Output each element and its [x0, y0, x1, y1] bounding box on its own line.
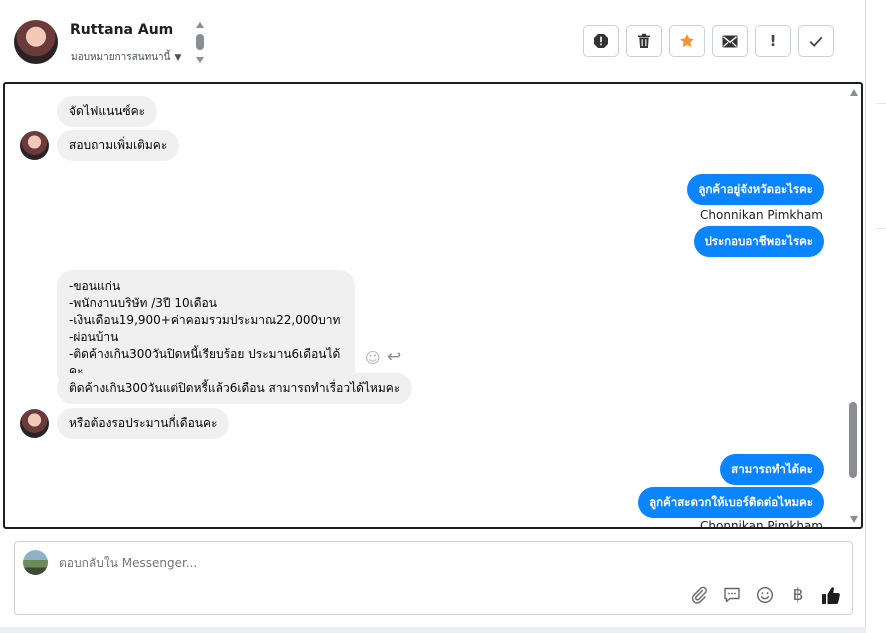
like-button[interactable]: [820, 584, 842, 606]
reply-input[interactable]: [59, 556, 659, 570]
mark-unread-button[interactable]: [712, 25, 748, 57]
message-outgoing: สามารถทำได้คะ: [720, 454, 824, 485]
react-smiley-icon[interactable]: ☺: [365, 349, 381, 367]
follow-up-button[interactable]: !: [755, 25, 791, 57]
star-icon: [680, 34, 694, 48]
scroll-up-icon[interactable]: [850, 89, 858, 96]
trash-icon: [638, 33, 650, 48]
message-thread[interactable]: จัดไฟแนนซ์คะ สอบถามเพิ่มเติมคะ ลูกค้าอยู…: [3, 82, 863, 529]
conversation-panel: Ruttana Aum มอบหมายการสนทนานี้ ▼ ! จัดไฟ…: [0, 0, 866, 627]
assign-label: มอบหมายการสนทนานี้: [71, 52, 171, 63]
check-icon: [809, 36, 823, 47]
paperclip-icon: [691, 586, 707, 604]
scroll-down-icon[interactable]: [850, 516, 858, 523]
message-incoming: -ขอนแก่น -พนักงานบริษัท /3ปี 10เดือน -เง…: [57, 270, 355, 388]
contact-avatar-small[interactable]: [20, 409, 49, 438]
message-outgoing: ลูกค้าอยู่จังหวัดอะไรคะ: [687, 174, 824, 205]
header-scroll-control[interactable]: [193, 20, 207, 66]
message-incoming: สอบถามเพิ่มเติมคะ: [57, 130, 180, 161]
message-outgoing: ประกอบอาชีพอะไรคะ: [693, 226, 824, 257]
message-incoming: ติดค้างเกิน300วันแต่ปิดหรี้แล้ว6เดือน สา…: [57, 373, 413, 404]
exclamation-icon: !: [769, 31, 777, 50]
composer-actions: ฿: [688, 584, 842, 606]
message-sender-name: Chonnikan Pimkham: [700, 519, 823, 529]
contact-name[interactable]: Ruttana Aum: [70, 22, 173, 38]
delete-button[interactable]: [626, 25, 662, 57]
reply-icon[interactable]: ↩: [387, 347, 401, 367]
conversation-header: Ruttana Aum มอบหมายการสนทนานี้ ▼ !: [0, 0, 865, 82]
scroll-thumb[interactable]: [196, 34, 204, 50]
payment-button[interactable]: ฿: [787, 584, 809, 606]
contact-avatar-small[interactable]: [20, 131, 49, 160]
right-edge-panel: [866, 0, 886, 633]
baht-icon: ฿: [792, 585, 804, 605]
emoji-button[interactable]: [754, 584, 776, 606]
scroll-down-icon[interactable]: [196, 57, 204, 63]
divider: [876, 228, 886, 229]
assign-conversation-dropdown[interactable]: มอบหมายการสนทนานี้ ▼: [71, 50, 181, 65]
message-sender-name: Chonnikan Pimkham: [700, 208, 823, 222]
sticker-icon: [724, 587, 740, 603]
thread-scrollbar[interactable]: [847, 84, 861, 527]
star-button[interactable]: [669, 25, 705, 57]
reply-composer: ฿: [14, 541, 853, 615]
mark-done-button[interactable]: [798, 25, 834, 57]
scroll-up-icon[interactable]: [196, 22, 204, 28]
spam-icon: [594, 34, 608, 48]
message-incoming: หรือต้องรอประมานกี่เดือนคะ: [57, 408, 230, 439]
contact-avatar[interactable]: [14, 20, 58, 64]
mail-icon: [722, 35, 738, 47]
saved-reply-button[interactable]: [721, 584, 743, 606]
scroll-thumb[interactable]: [849, 402, 857, 478]
attach-button[interactable]: [688, 584, 710, 606]
emoji-icon: [756, 586, 774, 604]
message-incoming: จัดไฟแนนซ์คะ: [57, 96, 158, 127]
thumbs-up-icon: [822, 586, 840, 604]
message-outgoing: ลูกค้าสะดวกให้เบอร์ติดต่อไหมคะ: [638, 487, 824, 518]
page-avatar: [23, 550, 48, 575]
conversation-toolbar: !: [583, 25, 834, 57]
caret-down-icon: ▼: [174, 53, 182, 63]
divider: [876, 103, 886, 104]
mark-spam-button[interactable]: [583, 25, 619, 57]
